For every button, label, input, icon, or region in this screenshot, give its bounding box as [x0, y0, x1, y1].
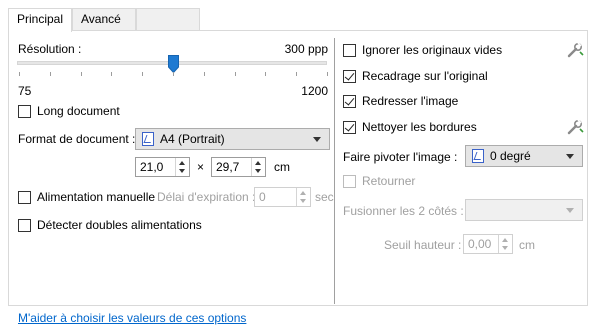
long-document-label: Long document	[37, 104, 120, 118]
slider-tick	[265, 72, 266, 76]
resolution-label: Résolution :	[18, 42, 82, 56]
size-unit: cm	[274, 160, 290, 174]
resolution-value: 300 ppp	[284, 42, 328, 56]
flip-checkbox[interactable]	[343, 175, 356, 188]
wrench-settings-icon[interactable]	[566, 42, 584, 58]
help-link[interactable]: M'aider à choisir les valeurs de ces opt…	[18, 311, 246, 325]
width-stepper[interactable]: 21,0	[135, 157, 190, 177]
height-threshold-unit: cm	[519, 238, 535, 252]
ignore-blank-checkbox[interactable]	[343, 44, 356, 57]
slider-min-label: 75	[18, 84, 32, 98]
timeout-label: Délai d'expiration :	[157, 190, 256, 204]
height-down-icon[interactable]	[255, 169, 261, 173]
straighten-checkbox[interactable]	[343, 95, 356, 108]
double-feed-checkbox[interactable]	[18, 219, 31, 232]
threshold-down-icon[interactable]	[502, 246, 508, 250]
height-threshold-stepper[interactable]: 0,00	[463, 234, 513, 254]
format-dropdown[interactable]: A4 (Portrait)	[135, 128, 330, 150]
column-divider	[334, 38, 335, 304]
rotate-selected: 0 degré	[490, 149, 531, 163]
timeout-unit: sec	[315, 190, 334, 204]
slider-tick	[235, 72, 236, 76]
chevron-down-icon	[313, 137, 321, 142]
format-label: Format de document :	[18, 132, 136, 146]
height-threshold-label: Seuil hauteur :	[384, 238, 462, 252]
format-selected: A4 (Portrait)	[160, 132, 225, 146]
times-sign: ×	[197, 160, 205, 174]
slider-tick	[81, 72, 82, 76]
crop-checkbox[interactable]	[343, 70, 356, 83]
tab-principal[interactable]: Principal	[8, 8, 72, 32]
slider-tick	[142, 72, 143, 76]
crop-label: Recadrage sur l'original	[362, 69, 488, 83]
wrench-settings-icon[interactable]	[566, 119, 584, 135]
slider-tick	[327, 72, 328, 76]
document-portrait-icon	[472, 149, 484, 163]
flip-label: Retourner	[362, 174, 416, 188]
timeout-down-icon[interactable]	[300, 199, 306, 203]
slider-tick	[204, 72, 205, 76]
slider-tick	[19, 72, 20, 76]
timeout-stepper[interactable]: 0	[254, 187, 311, 207]
height-threshold-value: 0,00	[468, 237, 492, 251]
height-up-icon[interactable]	[255, 161, 261, 165]
width-up-icon[interactable]	[179, 161, 185, 165]
chevron-down-icon	[566, 208, 574, 213]
manual-feed-checkbox[interactable]	[18, 191, 31, 204]
resolution-slider-thumb[interactable]	[167, 55, 179, 73]
slider-tick	[111, 72, 112, 76]
double-feed-label: Détecter doubles alimentations	[37, 218, 202, 232]
threshold-up-icon[interactable]	[502, 238, 508, 242]
slider-tick	[173, 72, 174, 76]
height-stepper[interactable]: 29,7	[211, 157, 266, 177]
clean-borders-checkbox[interactable]	[343, 121, 356, 134]
width-value: 21,0	[140, 160, 164, 174]
merge-dropdown[interactable]	[465, 199, 583, 221]
slider-tick	[50, 72, 51, 76]
merge-label: Fusionner les 2 côtés :	[343, 204, 464, 218]
slider-tick	[296, 72, 297, 76]
options-panel	[8, 30, 588, 306]
width-down-icon[interactable]	[179, 169, 185, 173]
document-portrait-icon	[142, 132, 154, 146]
timeout-up-icon[interactable]	[300, 191, 306, 195]
manual-feed-label: Alimentation manuelle	[37, 190, 156, 204]
timeout-value: 0	[259, 190, 266, 204]
long-document-checkbox[interactable]	[18, 105, 31, 118]
slider-max-label: 1200	[301, 84, 328, 98]
tab-empty	[136, 8, 200, 31]
height-value: 29,7	[216, 160, 240, 174]
tab-avance[interactable]: Avancé	[72, 8, 136, 31]
straighten-label: Redresser l'image	[362, 94, 459, 108]
clean-borders-label: Nettoyer les bordures	[362, 120, 477, 134]
ignore-blank-label: Ignorer les originaux vides	[362, 43, 503, 57]
rotate-label: Faire pivoter l'image :	[343, 150, 458, 164]
rotate-dropdown[interactable]: 0 degré	[465, 145, 583, 167]
chevron-down-icon	[566, 154, 574, 159]
